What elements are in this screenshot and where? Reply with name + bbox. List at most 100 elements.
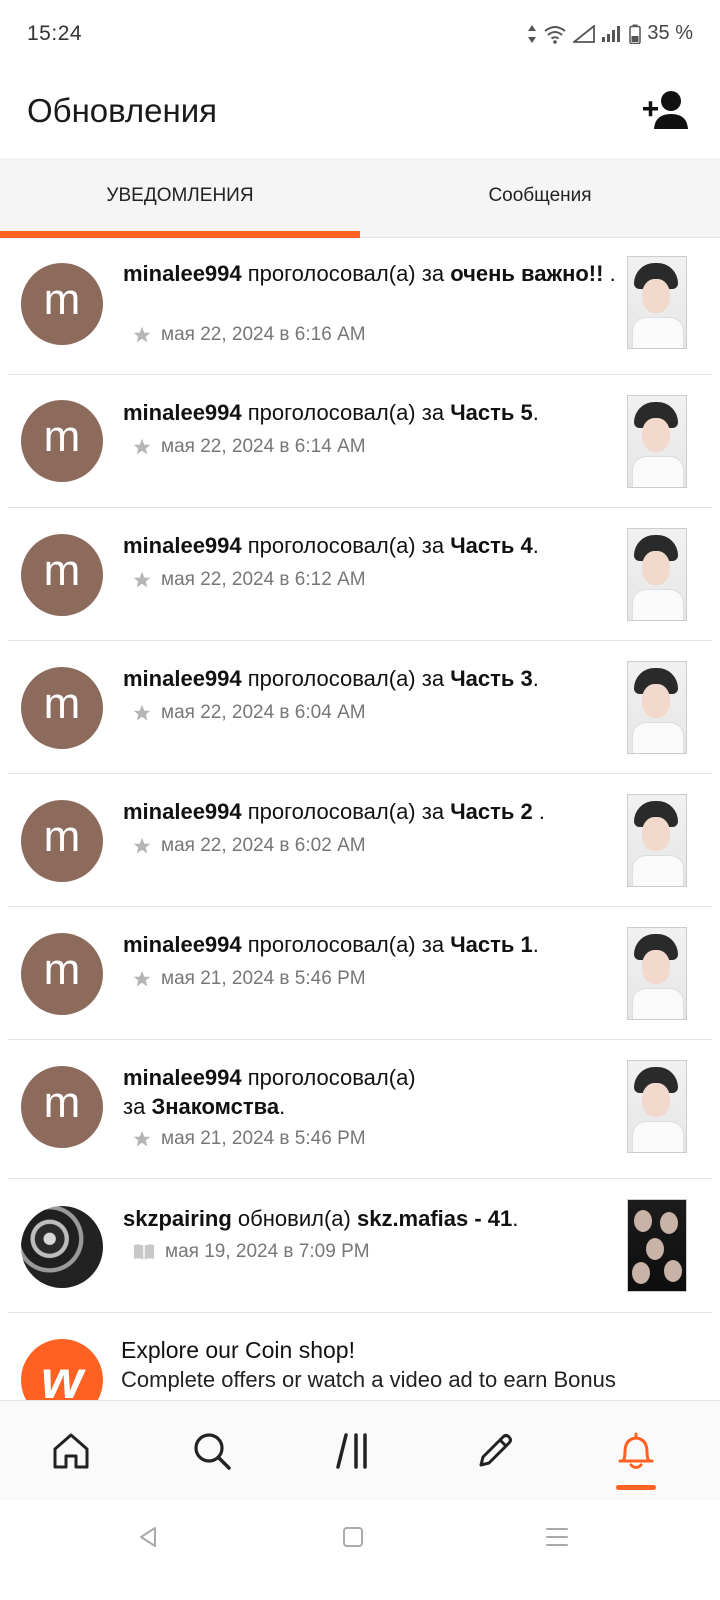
- story-title[interactable]: Часть 4: [450, 533, 533, 558]
- nav-write[interactable]: [471, 1427, 519, 1475]
- story-title[interactable]: Часть 5: [450, 400, 533, 425]
- star-icon: [133, 1130, 151, 1147]
- notification-item[interactable]: skzpairing обновил(а) skz.mafias - 41. м…: [0, 1179, 720, 1313]
- username[interactable]: minalee994: [123, 400, 242, 425]
- nav-home[interactable]: [47, 1427, 95, 1475]
- notification-text: minalee994 проголосовал(а) за Часть 1.: [123, 932, 539, 957]
- tab-messages[interactable]: Сообщения: [360, 158, 720, 237]
- notification-meta: мая 22, 2024 в 6:16 AM: [133, 324, 366, 346]
- promo-title: Explore our Coin shop!: [121, 1337, 355, 1363]
- notification-item[interactable]: m minalee994 проголосовал(а) за Часть 2 …: [0, 774, 720, 907]
- story-title[interactable]: skz.mafias - 41: [357, 1206, 512, 1231]
- username[interactable]: minalee994: [123, 932, 242, 957]
- status-bar: 15:24 35 %: [0, 0, 720, 70]
- notification-meta: мая 21, 2024 в 5:46 PM: [133, 968, 366, 990]
- story-thumbnail[interactable]: [627, 1199, 687, 1292]
- tab-bar: УВЕДОМЛЕНИЯ Сообщения: [0, 158, 720, 238]
- system-nav-bar: [0, 1500, 720, 1600]
- notification-item[interactable]: m minalee994 проголосовал(а) за Часть 1.…: [0, 907, 720, 1040]
- notification-list: m minalee994 проголосовал(а) за очень ва…: [0, 238, 720, 1420]
- username[interactable]: minalee994: [123, 1065, 242, 1090]
- signal-icon: [602, 25, 621, 42]
- notification-item[interactable]: m minalee994 проголосовал(а) за Знакомст…: [0, 1040, 720, 1179]
- star-icon: [133, 970, 151, 987]
- star-icon: [133, 438, 151, 455]
- battery-percent: 35 %: [647, 22, 693, 44]
- back-triangle-icon: [140, 1527, 156, 1547]
- status-icons: 35 %: [527, 22, 693, 45]
- story-thumbnail[interactable]: [627, 395, 687, 488]
- nav-library[interactable]: [330, 1427, 378, 1475]
- system-back-button[interactable]: [133, 1522, 163, 1552]
- notification-meta: мая 22, 2024 в 6:14 AM: [133, 436, 366, 458]
- notification-meta: мая 22, 2024 в 6:12 AM: [133, 569, 366, 591]
- bottom-nav: [0, 1400, 720, 1500]
- timestamp: мая 22, 2024 в 6:14 AM: [161, 436, 366, 457]
- notification-text: skzpairing обновил(а) skz.mafias - 41.: [123, 1206, 519, 1231]
- username[interactable]: minalee994: [123, 666, 242, 691]
- battery-icon: [629, 24, 642, 44]
- timestamp: мая 22, 2024 в 6:16 AM: [161, 324, 366, 345]
- story-title[interactable]: Часть 1: [450, 932, 533, 957]
- book-icon: [134, 1244, 154, 1260]
- notification-meta: мая 21, 2024 в 5:46 PM: [133, 1128, 366, 1150]
- user-avatar[interactable]: m: [21, 534, 103, 616]
- story-thumbnail[interactable]: [627, 1060, 687, 1153]
- timestamp: мая 22, 2024 в 6:12 AM: [161, 569, 366, 590]
- notification-text: minalee994 проголосовал(а) за Часть 3.: [123, 666, 539, 691]
- username[interactable]: minalee994: [123, 799, 242, 824]
- add-friend-button[interactable]: [642, 90, 690, 132]
- story-title[interactable]: Часть 3: [450, 666, 533, 691]
- star-icon: [133, 837, 151, 854]
- nav-notifications[interactable]: [612, 1427, 660, 1475]
- notification-text: minalee994 проголосовал(а) за Часть 2 .: [123, 799, 545, 824]
- user-avatar[interactable]: m: [21, 400, 103, 482]
- story-title[interactable]: Знакомства: [151, 1094, 279, 1119]
- username[interactable]: skzpairing: [123, 1206, 232, 1231]
- story-title[interactable]: очень важно!!: [450, 261, 603, 286]
- user-avatar[interactable]: [21, 1206, 103, 1288]
- system-home-button[interactable]: [338, 1522, 368, 1552]
- write-icon: [479, 1434, 512, 1467]
- user-avatar[interactable]: m: [21, 263, 103, 345]
- story-thumbnail[interactable]: [627, 927, 687, 1020]
- home-square-icon: [343, 1527, 363, 1547]
- timestamp: мая 21, 2024 в 5:46 PM: [161, 1128, 366, 1149]
- user-avatar[interactable]: m: [21, 1066, 103, 1148]
- signal-empty-icon: [573, 24, 596, 43]
- story-thumbnail[interactable]: [627, 661, 687, 754]
- active-tab-indicator: [616, 1485, 656, 1490]
- user-avatar[interactable]: m: [21, 933, 103, 1015]
- wifi-icon: [544, 25, 567, 44]
- notification-item[interactable]: m minalee994 проголосовал(а) за Часть 3.…: [0, 641, 720, 774]
- status-time: 15:24: [27, 22, 83, 45]
- search-icon: [194, 1433, 231, 1470]
- star-icon: [133, 704, 151, 721]
- tab-notifications[interactable]: УВЕДОМЛЕНИЯ: [0, 158, 360, 238]
- star-icon: [133, 326, 151, 343]
- promo-subtitle: Complete offers or watch a video ad to e…: [121, 1367, 616, 1392]
- story-thumbnail[interactable]: [627, 256, 687, 349]
- story-thumbnail[interactable]: [627, 528, 687, 621]
- notification-text: minalee994 проголосовал(а) за очень важн…: [123, 261, 616, 286]
- story-thumbnail[interactable]: [627, 794, 687, 887]
- notification-text: minalee994 проголосовал(а) за Знакомства…: [123, 1065, 416, 1119]
- data-arrows-icon: [528, 24, 537, 43]
- notification-item[interactable]: m minalee994 проголосовал(а) за Часть 5.…: [0, 375, 720, 508]
- timestamp: мая 22, 2024 в 6:04 AM: [161, 702, 366, 723]
- timestamp: мая 21, 2024 в 5:46 PM: [161, 968, 366, 989]
- nav-search[interactable]: [188, 1427, 236, 1475]
- add-user-icon: [643, 91, 688, 129]
- user-avatar[interactable]: m: [21, 667, 103, 749]
- notification-item[interactable]: m minalee994 проголосовал(а) за Часть 4.…: [0, 508, 720, 641]
- library-icon: [336, 1433, 367, 1469]
- username[interactable]: minalee994: [123, 261, 242, 286]
- notification-meta: мая 22, 2024 в 6:04 AM: [133, 702, 366, 724]
- story-title[interactable]: Часть 2: [450, 799, 539, 824]
- user-avatar[interactable]: m: [21, 800, 103, 882]
- system-menu-button[interactable]: [542, 1522, 572, 1552]
- timestamp: мая 22, 2024 в 6:02 AM: [161, 835, 366, 856]
- notification-item[interactable]: m minalee994 проголосовал(а) за очень ва…: [0, 238, 720, 375]
- menu-lines-icon: [546, 1528, 568, 1546]
- username[interactable]: minalee994: [123, 533, 242, 558]
